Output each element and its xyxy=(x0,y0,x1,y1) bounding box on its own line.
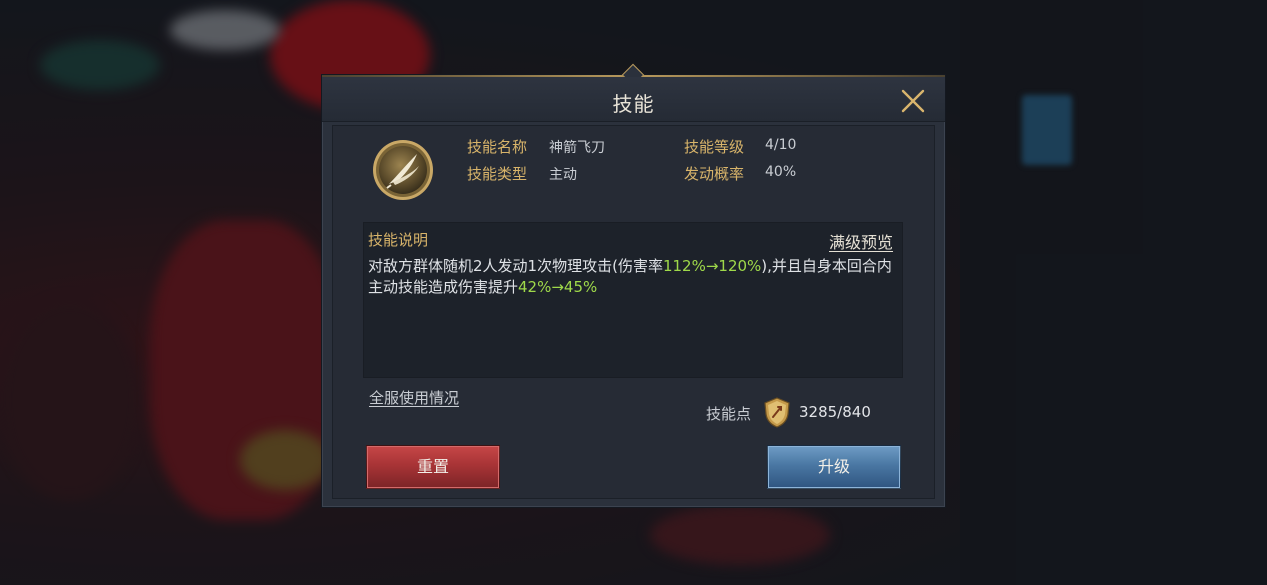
skill-type-value: 主动 xyxy=(549,167,577,183)
description-text-part1: 对敌方群体随机2人发动1次物理攻击(伤害率 xyxy=(368,257,663,275)
max-level-preview-link[interactable]: 满级预览 xyxy=(829,229,893,253)
description-box xyxy=(363,222,903,378)
skill-points-value: 3285/840 xyxy=(799,403,871,421)
dialog-header: 技能 xyxy=(322,77,945,122)
skill-name-label: 技能名称 xyxy=(467,138,528,156)
damage-rate-highlight: 112%→120% xyxy=(662,257,762,275)
trigger-chance-value: 40% xyxy=(765,164,797,180)
skill-point-shield-icon xyxy=(762,396,792,428)
upgrade-button[interactable]: 升级 xyxy=(767,445,901,489)
close-icon xyxy=(901,89,925,113)
damage-boost-highlight: 42%→45% xyxy=(518,278,598,296)
close-button[interactable] xyxy=(899,87,927,115)
skill-type-label: 技能类型 xyxy=(467,165,528,183)
skill-points-label: 技能点 xyxy=(706,405,752,423)
description-title: 技能说明 xyxy=(368,231,429,249)
trigger-chance-label: 发动概率 xyxy=(684,165,745,183)
dialog-title: 技能 xyxy=(612,92,655,116)
arrow-skill-icon xyxy=(371,138,435,202)
description-text: 对敌方群体随机2人发动1次物理攻击(伤害率112%→120%),并且自身本回合内… xyxy=(368,256,898,298)
reset-button[interactable]: 重置 xyxy=(366,445,500,489)
server-usage-link[interactable]: 全服使用情况 xyxy=(369,387,459,408)
skill-level-label: 技能等级 xyxy=(684,138,745,156)
skill-name-value: 神箭飞刀 xyxy=(549,140,605,156)
skill-level-value: 4/10 xyxy=(765,137,797,153)
